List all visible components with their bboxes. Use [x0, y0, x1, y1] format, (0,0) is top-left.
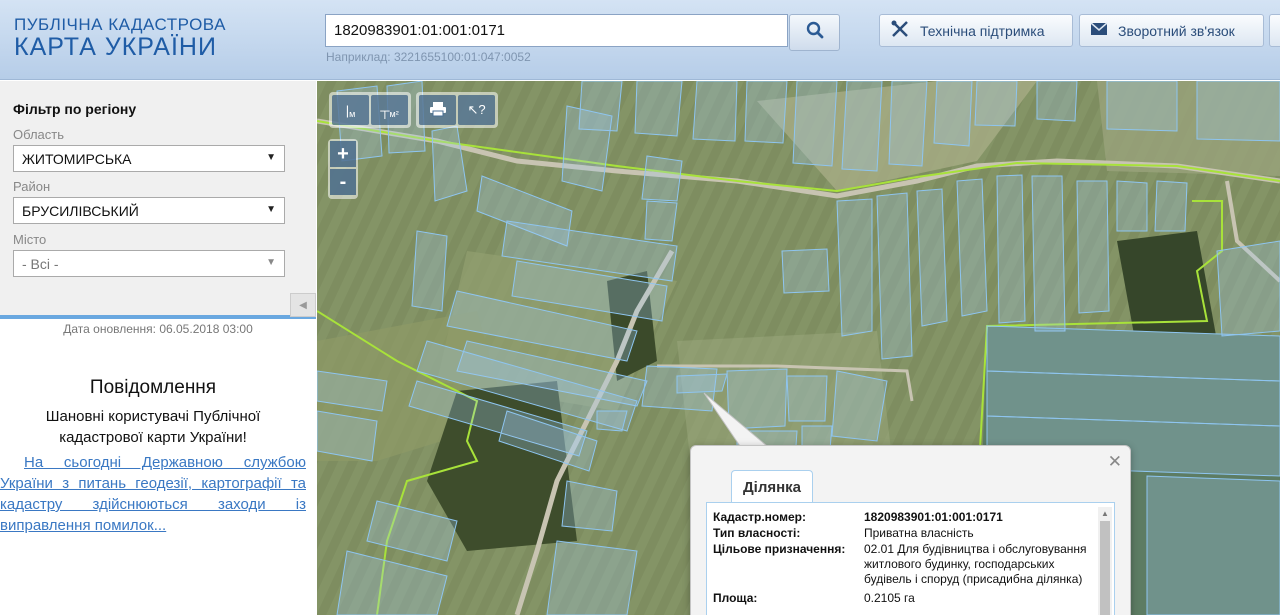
purpose-value: 02.01 Для будівництва і обслуговування ж… — [864, 542, 1087, 586]
map-view[interactable]: | м ┬ м² ↖? + - ✕ Ділянка Кадастр.номер: — [317, 81, 1280, 615]
printer-icon — [429, 101, 447, 120]
cadastral-number-label: Кадастр.номер: — [713, 510, 806, 524]
message-link[interactable]: На сьогодні Державною службою України з … — [0, 452, 306, 536]
cadastral-search-input[interactable] — [325, 14, 788, 47]
technical-support-label: Технічна підтримка — [920, 22, 1045, 39]
area-icon: ┬ — [380, 102, 390, 118]
chevron-left-icon: ◀ — [299, 299, 307, 311]
oblast-select-value: ЖИТОМИРСЬКА — [22, 151, 132, 167]
raion-select-value: БРУСИЛІВСЬКИЙ — [22, 203, 139, 219]
update-date: Дата оновлення: 06.05.2018 03:00 — [63, 322, 253, 336]
raion-select[interactable]: БРУСИЛІВСЬКИЙ ▼ — [13, 197, 285, 224]
oblast-label: Область — [13, 127, 65, 142]
search-hint: Наприклад: 3221655100:01:047:0052 — [326, 50, 531, 64]
popup-pointer — [703, 392, 769, 450]
header: ПУБЛІЧНА КАДАСТРОВА КАРТА УКРАЇНИ Наприк… — [0, 0, 1280, 80]
measure-tools: | м ┬ м² — [329, 92, 411, 128]
cursor-question-icon: ↖? — [467, 102, 486, 117]
ownership-type-value: Приватна власність — [864, 526, 974, 540]
message-greeting: Шановні користувачі Публічної кадастрово… — [45, 408, 261, 446]
zoom-out-button[interactable]: - — [330, 169, 356, 195]
misto-select-value: - Всі - — [22, 256, 59, 272]
ownership-type-label: Тип власності: — [713, 526, 801, 540]
misto-select[interactable]: - Всі - ▼ — [13, 250, 285, 277]
feedback-label: Зворотний зв'язок — [1118, 22, 1235, 39]
chevron-down-icon: ▼ — [266, 257, 276, 268]
distance-unit: м — [349, 109, 356, 119]
search-button[interactable] — [789, 14, 840, 51]
measure-distance-button[interactable]: | м — [332, 95, 369, 125]
map-actions: ↖? — [416, 92, 498, 128]
message-title: Повідомлення — [89, 377, 217, 398]
parcel-info-popup: ✕ Ділянка Кадастр.номер: 1820983901:01:0… — [690, 445, 1131, 615]
chevron-down-icon: ▼ — [266, 204, 276, 215]
raion-label: Район — [13, 179, 51, 194]
oblast-select[interactable]: ЖИТОМИРСЬКА ▼ — [13, 145, 285, 172]
area-label: Площа: — [713, 591, 758, 605]
print-button[interactable] — [419, 95, 456, 125]
identify-button[interactable]: ↖? — [458, 95, 495, 125]
parcel-details: Кадастр.номер: 1820983901:01:001:0171 Ти… — [706, 502, 1115, 615]
zoom-in-button[interactable]: + — [330, 141, 356, 167]
technical-support-button[interactable]: Технічна підтримка — [879, 14, 1073, 47]
tab-parcel[interactable]: Ділянка — [731, 470, 813, 504]
logo-line-1: ПУБЛІЧНА КАДАСТРОВА — [14, 15, 226, 34]
chevron-down-icon: ▼ — [266, 152, 276, 163]
sidebar: Фільтр по регіону Область ЖИТОМИРСЬКА ▼ … — [0, 81, 316, 615]
misto-label: Місто — [13, 232, 47, 247]
scrollbar-thumb[interactable] — [1100, 521, 1110, 615]
close-icon[interactable]: ✕ — [1108, 452, 1122, 472]
header-extra-button[interactable] — [1269, 14, 1280, 47]
tools-icon — [890, 19, 910, 42]
envelope-icon — [1090, 22, 1108, 39]
search-icon — [806, 21, 824, 44]
area-unit: м² — [389, 109, 399, 119]
cadastral-number-value: 1820983901:01:001:0171 — [864, 510, 1003, 524]
site-logo[interactable]: ПУБЛІЧНА КАДАСТРОВА КАРТА УКРАЇНИ — [14, 15, 226, 61]
zoom-controls: + - — [328, 139, 358, 199]
collapse-sidebar-button[interactable]: ◀ — [290, 293, 316, 317]
feedback-button[interactable]: Зворотний зв'язок — [1079, 14, 1264, 47]
measure-area-button[interactable]: ┬ м² — [371, 95, 408, 125]
region-filter-panel: Фільтр по регіону Область ЖИТОМИРСЬКА ▼ … — [0, 81, 316, 319]
popup-scrollbar[interactable]: ▲ — [1098, 507, 1112, 615]
filter-title: Фільтр по регіону — [13, 101, 137, 117]
purpose-label: Цільове призначення: — [713, 542, 846, 556]
scroll-up-icon: ▲ — [1101, 509, 1109, 518]
logo-line-2: КАРТА УКРАЇНИ — [14, 33, 217, 61]
area-value: 0.2105 га — [864, 591, 915, 605]
